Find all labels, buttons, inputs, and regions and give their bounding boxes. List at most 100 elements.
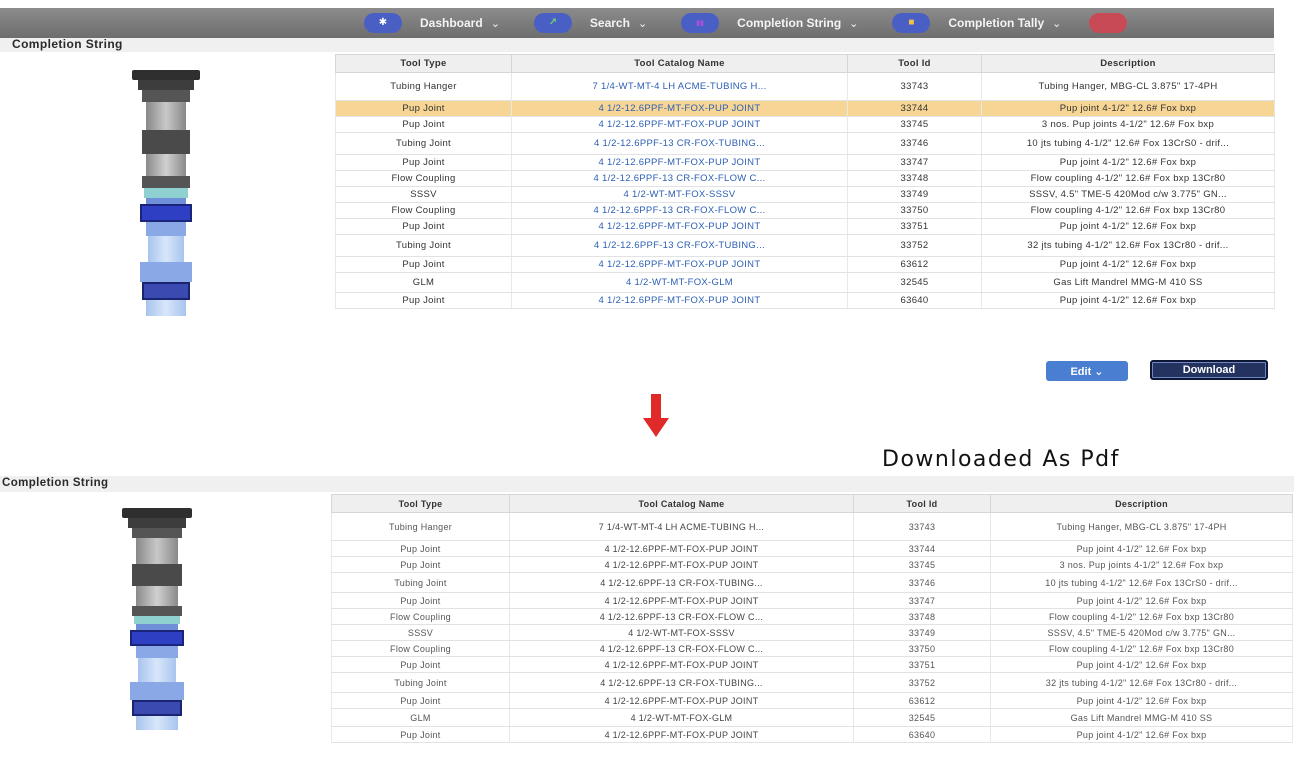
cell-description: SSSV, 4.5" TME-5 420Mod c/w 3.775" GN... [990,624,1293,641]
cell-tool-catalog-name: 4 1/2-12.6PPF-13 CR-FOX-TUBING... [509,672,854,693]
cell-description: Pup joint 4-1/2" 12.6# Fox bxp [981,100,1275,117]
nav-dashboard-label: Dashboard [420,16,483,30]
table-row[interactable]: Pup Joint 4 1/2-12.6PPF-MT-FOX-PUP JOINT 3… [335,100,1275,117]
table-row[interactable]: Tubing Joint 4 1/2-12.6PPF-13 CR-FOX-TUBI… [335,132,1275,155]
nav-search[interactable]: ↗ Search ⌄ [533,13,648,33]
column-header-tool-catalog-name[interactable]: Tool Catalog Name [511,54,848,73]
column-header-description[interactable]: Description [981,54,1275,73]
nav-completion-tally[interactable]: ■ Completion Tally ⌄ [892,13,1061,33]
cell-description: Flow coupling 4-1/2" 12.6# Fox bxp 13Cr8… [990,640,1293,657]
pdf-table-body: Tubing Hanger 7 1/4-WT-MT-4 LH ACME-TUBIN… [331,512,1293,743]
nav-dashboard[interactable]: ✱ Dashboard ⌄ [364,13,500,33]
cell-tool-id: 33747 [847,154,982,171]
cell-description: 10 jts tubing 4-1/2" 12.6# Fox 13CrS0 - … [981,132,1275,155]
cell-tool-type: Tubing Hanger [335,72,512,101]
cell-tool-catalog-name: 4 1/2-12.6PPF-13 CR-FOX-FLOW C... [509,608,854,625]
cell-tool-type: Flow Coupling [331,640,510,657]
cell-description: Pup joint 4-1/2" 12.6# Fox bxp [981,256,1275,273]
cell-tool-id: 33746 [853,572,991,593]
cell-tool-type: Flow Coupling [331,608,510,625]
cell-tool-id: 63640 [853,726,991,743]
cell-tool-type: SSSV [331,624,510,641]
cell-tool-id: 33752 [847,234,982,257]
table-row[interactable]: Tubing Joint 4 1/2-12.6PPF-13 CR-FOX-TUBI… [335,234,1275,257]
table-row[interactable]: Tubing Hanger 7 1/4-WT-MT-4 LH ACME-TUBIN… [335,72,1275,101]
cell-description: Pup joint 4-1/2" 12.6# Fox bxp [990,656,1293,673]
cell-tool-type: Tubing Joint [331,672,510,693]
cell-tool-catalog-name: 7 1/4-WT-MT-4 LH ACME-TUBING H... [509,512,854,541]
pdf-section-header-bar [0,476,1294,492]
cell-tool-id: 33743 [853,512,991,541]
table-row[interactable]: Pup Joint 4 1/2-12.6PPF-MT-FOX-PUP JOINT 3… [335,116,1275,133]
column-header-tool-type[interactable]: Tool Type [335,54,512,73]
cell-tool-id: 33746 [847,132,982,155]
cell-tool-catalog-name[interactable]: 4 1/2-12.6PPF-13 CR-FOX-FLOW C... [511,202,848,219]
column-header-tool-id[interactable]: Tool Id [847,54,982,73]
chart-icon: ↗ [548,17,558,28]
cell-tool-catalog-name: 4 1/2-WT-MT-FOX-GLM [509,708,854,727]
cell-tool-catalog-name[interactable]: 4 1/2-12.6PPF-MT-FOX-PUP JOINT [511,100,848,117]
nav-completion-string[interactable]: ▮▮ Completion String ⌄ [681,13,858,33]
cell-description: Pup joint 4-1/2" 12.6# Fox bxp [990,692,1293,709]
cell-tool-type: GLM [335,272,512,293]
cell-tool-catalog-name[interactable]: 4 1/2-12.6PPF-MT-FOX-PUP JOINT [511,256,848,273]
cell-description: 32 jts tubing 4-1/2" 12.6# Fox 13Cr80 - … [990,672,1293,693]
table-row: Flow Coupling 4 1/2-12.6PPF-13 CR-FOX-FLO… [331,640,1293,657]
nav-dashboard-icon-pill: ✱ [364,13,402,33]
cell-tool-catalog-name[interactable]: 4 1/2-12.6PPF-13 CR-FOX-FLOW C... [511,170,848,187]
pdf-column-header-tool-id: Tool Id [853,494,991,513]
cell-description: Flow coupling 4-1/2" 12.6# Fox bxp 13Cr8… [981,170,1275,187]
table-row: Tubing Hanger 7 1/4-WT-MT-4 LH ACME-TUBIN… [331,512,1293,541]
cell-tool-type: Pup Joint [331,726,510,743]
nav-completion-string-icon-pill: ▮▮ [681,13,720,33]
cell-tool-type: Pup Joint [335,292,512,309]
cell-tool-type: Tubing Joint [335,234,512,257]
cell-tool-catalog-name[interactable]: 4 1/2-12.6PPF-MT-FOX-PUP JOINT [511,292,848,309]
table-row[interactable]: SSSV 4 1/2-WT-MT-FOX-SSSV 33749 SSSV, 4.5" … [335,186,1275,203]
chevron-down-icon: ⌄ [637,17,648,30]
table-row[interactable]: Pup Joint 4 1/2-12.6PPF-MT-FOX-PUP JOINT 6… [335,256,1275,273]
cell-tool-catalog-name[interactable]: 4 1/2-12.6PPF-MT-FOX-PUP JOINT [511,218,848,235]
cell-tool-catalog-name[interactable]: 4 1/2-WT-MT-FOX-SSSV [511,186,848,203]
cell-tool-id: 33743 [847,72,982,101]
section-title: Completion String [12,37,123,51]
table-row: GLM 4 1/2-WT-MT-FOX-GLM 32545 Gas Lift Mand… [331,708,1293,727]
table-row[interactable]: GLM 4 1/2-WT-MT-FOX-GLM 32545 Gas Lift Mand… [335,272,1275,293]
edit-button[interactable]: Edit ⌄ [1046,361,1128,381]
nav-user-pill[interactable] [1089,13,1128,33]
table-row: Pup Joint 4 1/2-12.6PPF-MT-FOX-PUP JOINT 3… [331,656,1293,673]
cell-tool-catalog-name[interactable]: 4 1/2-WT-MT-FOX-GLM [511,272,848,293]
cell-tool-type: GLM [331,708,510,727]
cell-description: SSSV, 4.5" TME-5 420Mod c/w 3.775" GN... [981,186,1275,203]
nav-search-label: Search [589,16,630,30]
cell-tool-id: 63612 [847,256,982,273]
table-row[interactable]: Flow Coupling 4 1/2-12.6PPF-13 CR-FOX-FLO… [335,202,1275,219]
cell-tool-type: Pup Joint [331,540,510,557]
cell-tool-id: 33751 [853,656,991,673]
cell-tool-catalog-name[interactable]: 4 1/2-12.6PPF-13 CR-FOX-TUBING... [511,234,848,257]
cell-tool-id: 33744 [853,540,991,557]
table-row: Pup Joint 4 1/2-12.6PPF-MT-FOX-PUP JOINT 3… [331,592,1293,609]
cell-tool-catalog-name: 4 1/2-12.6PPF-MT-FOX-PUP JOINT [509,540,854,557]
nav-completion-tally-label: Completion Tally [948,16,1045,30]
table-row[interactable]: Pup Joint 4 1/2-12.6PPF-MT-FOX-PUP JOINT 6… [335,292,1275,309]
table-row[interactable]: Flow Coupling 4 1/2-12.6PPF-13 CR-FOX-FLO… [335,170,1275,187]
table-row: Flow Coupling 4 1/2-12.6PPF-13 CR-FOX-FLO… [331,608,1293,625]
cell-tool-type: Tubing Hanger [331,512,510,541]
cell-tool-catalog-name[interactable]: 4 1/2-12.6PPF-MT-FOX-PUP JOINT [511,116,848,133]
cell-description: Flow coupling 4-1/2" 12.6# Fox bxp 13Cr8… [990,608,1293,625]
download-button[interactable]: Download [1150,360,1268,380]
cell-description: Pup joint 4-1/2" 12.6# Fox bxp [981,154,1275,171]
nav-completion-tally-icon-pill: ■ [892,13,931,33]
cell-tool-type: Pup Joint [335,154,512,171]
cell-tool-id: 33748 [853,608,991,625]
cell-tool-id: 33752 [853,672,991,693]
cell-tool-catalog-name[interactable]: 4 1/2-12.6PPF-13 CR-FOX-TUBING... [511,132,848,155]
cell-tool-type: Tubing Joint [335,132,512,155]
bars-icon: ▮▮ [696,19,705,27]
table-row: SSSV 4 1/2-WT-MT-FOX-SSSV 33749 SSSV, 4.5" … [331,624,1293,641]
table-row[interactable]: Pup Joint 4 1/2-12.6PPF-MT-FOX-PUP JOINT 3… [335,218,1275,235]
table-row[interactable]: Pup Joint 4 1/2-12.6PPF-MT-FOX-PUP JOINT 3… [335,154,1275,171]
cell-tool-catalog-name[interactable]: 7 1/4-WT-MT-4 LH ACME-TUBING H... [511,72,848,101]
cell-tool-catalog-name[interactable]: 4 1/2-12.6PPF-MT-FOX-PUP JOINT [511,154,848,171]
